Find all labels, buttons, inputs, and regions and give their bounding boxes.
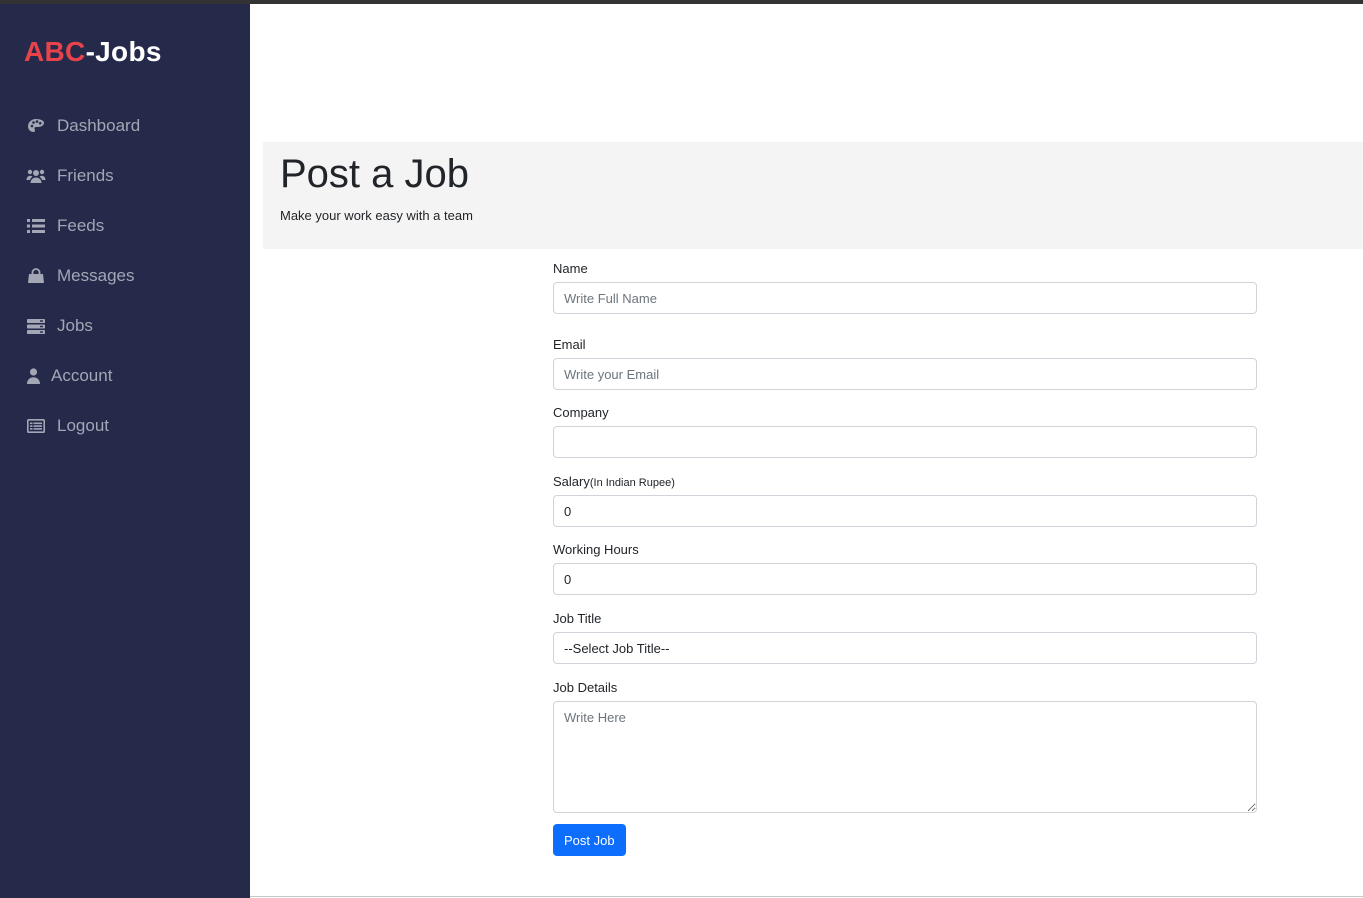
salary-field-group: Salary(In Indian Rupee) 0 xyxy=(553,473,1257,527)
bottom-divider xyxy=(250,896,1363,897)
sidebar: ABC-Jobs Dashboard Friends Feeds Message… xyxy=(0,4,250,898)
shopping-bag-icon xyxy=(26,266,46,286)
sidebar-item-label: Logout xyxy=(57,416,109,435)
users-icon xyxy=(26,166,46,186)
salary-input[interactable]: 0 xyxy=(553,495,1257,527)
salary-label: Salary(In Indian Rupee) xyxy=(553,473,1257,491)
post-job-button[interactable]: Post Job xyxy=(553,824,626,856)
salary-label-suffix: (In Indian Rupee) xyxy=(589,477,675,489)
working-hours-label: Working Hours xyxy=(553,542,639,557)
email-field-group: Email xyxy=(553,336,1257,390)
page-subtitle: Make your work easy with a team xyxy=(280,208,473,223)
sidebar-item-account[interactable]: Account xyxy=(26,362,112,390)
job-title-field-group: Job Title --Select Job Title-- xyxy=(553,610,1257,664)
name-label: Name xyxy=(553,261,588,276)
working-hours-input[interactable]: 0 xyxy=(553,563,1257,595)
brand-part-abc: ABC xyxy=(24,36,86,67)
sidebar-item-friends[interactable]: Friends xyxy=(26,162,114,190)
job-title-select[interactable]: --Select Job Title-- xyxy=(553,632,1257,664)
sidebar-item-messages[interactable]: Messages xyxy=(26,262,134,290)
working-hours-field-group: Working Hours 0 xyxy=(553,541,1257,595)
sidebar-item-feeds[interactable]: Feeds xyxy=(26,212,104,240)
server-icon xyxy=(26,316,46,336)
palette-icon xyxy=(26,116,46,136)
sidebar-item-label: Dashboard xyxy=(57,116,141,135)
job-title-label: Job Title xyxy=(553,611,602,626)
sidebar-item-label: Friends xyxy=(57,166,114,185)
id-card-icon xyxy=(26,416,46,436)
sidebar-item-jobs[interactable]: Jobs xyxy=(26,312,93,340)
email-input[interactable] xyxy=(553,358,1257,390)
name-input[interactable] xyxy=(553,282,1257,314)
page-title: Post a Job xyxy=(280,152,470,196)
salary-label-text: Salary xyxy=(553,474,590,489)
job-details-field-group: Job Details xyxy=(553,679,1257,813)
brand-logo[interactable]: ABC-Jobs xyxy=(24,36,162,68)
sidebar-item-label: Jobs xyxy=(57,316,93,335)
job-details-label: Job Details xyxy=(553,680,618,695)
page-header: Post a Job Make your work easy with a te… xyxy=(263,142,1363,249)
sidebar-item-label: Feeds xyxy=(57,216,105,235)
sidebar-item-logout[interactable]: Logout xyxy=(26,412,109,440)
company-input[interactable] xyxy=(553,426,1257,458)
email-label: Email xyxy=(553,337,586,352)
company-field-group: Company xyxy=(553,404,1257,458)
sidebar-item-dashboard[interactable]: Dashboard xyxy=(26,112,140,140)
user-icon xyxy=(26,366,40,386)
sidebar-item-label: Account xyxy=(51,366,113,385)
job-details-textarea[interactable] xyxy=(553,701,1257,813)
sidebar-item-label: Messages xyxy=(57,266,135,285)
list-icon xyxy=(26,216,46,236)
brand-part-jobs: -Jobs xyxy=(85,36,162,67)
name-field-group: Name xyxy=(553,260,1257,314)
company-label: Company xyxy=(553,405,609,420)
